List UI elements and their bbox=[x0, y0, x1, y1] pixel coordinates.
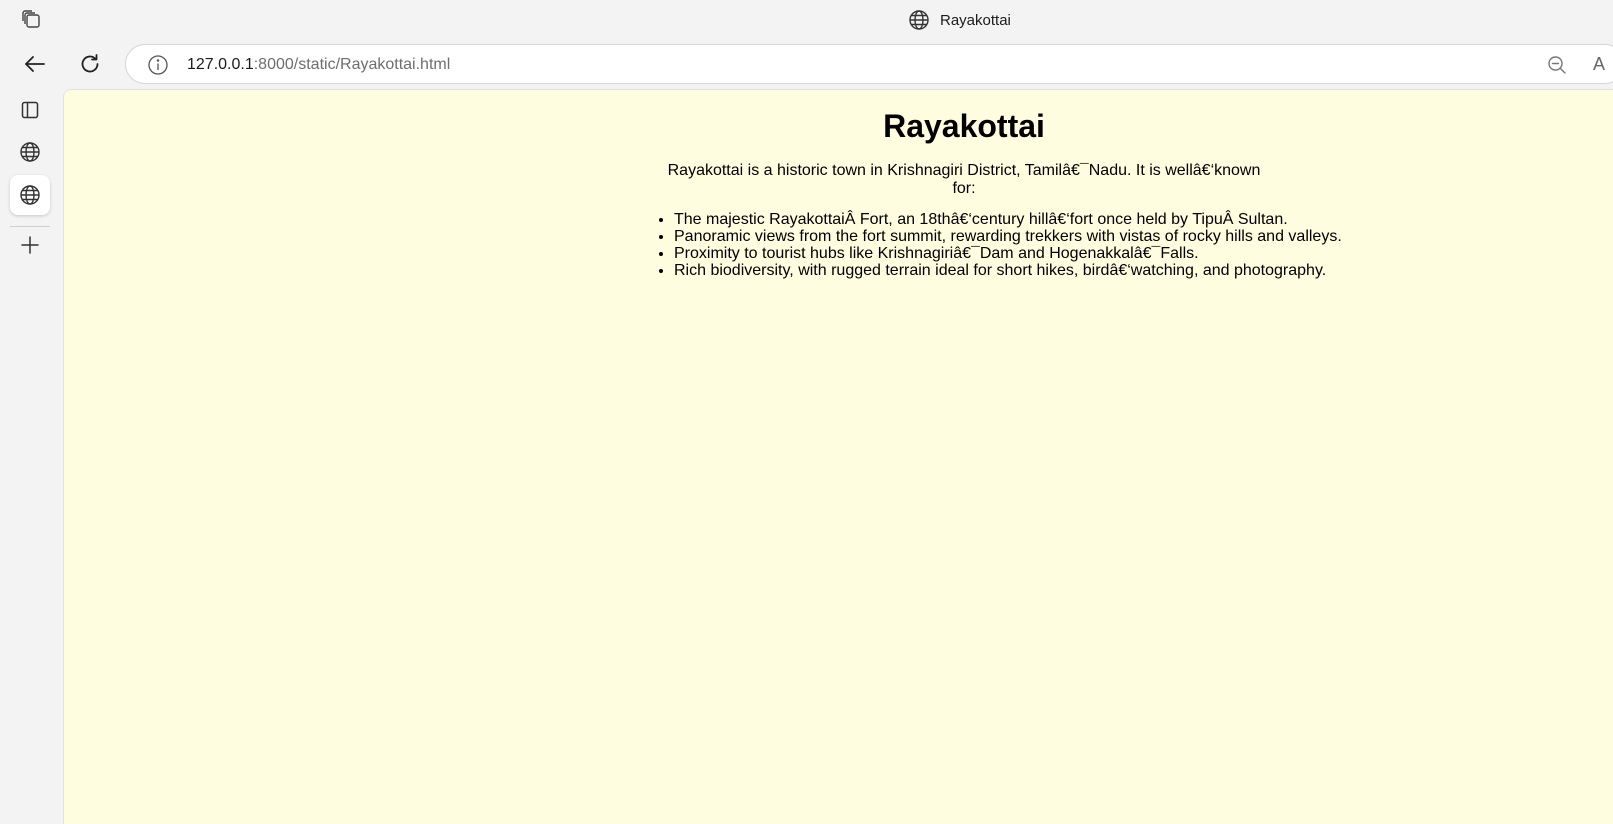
list-item: Rich biodiversity, with rugged terrain i… bbox=[674, 262, 1464, 279]
zoom-out-icon[interactable] bbox=[1546, 54, 1568, 76]
tab-actions-icon[interactable] bbox=[20, 9, 42, 31]
facts-list: The majestic RayakottaiÂ Fort, an 18thâ€… bbox=[654, 211, 1464, 279]
globe-icon bbox=[20, 185, 40, 205]
url-text[interactable]: 127.0.0.1:8000/static/Rayakottai.html bbox=[187, 54, 450, 76]
reload-button[interactable] bbox=[74, 48, 106, 80]
address-bar[interactable]: 127.0.0.1:8000/static/Rayakottai.html A bbox=[125, 44, 1613, 84]
back-button[interactable] bbox=[19, 48, 51, 80]
new-tab-button[interactable] bbox=[10, 225, 50, 265]
list-item: The majestic RayakottaiÂ Fort, an 18thâ€… bbox=[674, 211, 1464, 228]
tab-manager-button[interactable] bbox=[10, 90, 50, 130]
reload-icon bbox=[81, 54, 99, 73]
list-item: Panoramic views from the fort summit, re… bbox=[674, 228, 1464, 245]
plus-icon bbox=[21, 236, 39, 254]
read-aloud-icon[interactable]: A bbox=[1593, 53, 1605, 75]
vertical-tab-strip bbox=[0, 88, 62, 824]
globe-icon bbox=[20, 142, 40, 162]
sidebar-tab-active[interactable] bbox=[10, 175, 50, 215]
info-icon[interactable] bbox=[147, 54, 169, 76]
back-arrow-icon bbox=[25, 56, 45, 72]
window-title-text: Rayakottai bbox=[940, 11, 1011, 29]
tab-manager-icon bbox=[21, 101, 39, 119]
intro-paragraph: Rayakottai is a historic town in Krishna… bbox=[667, 162, 1261, 197]
page-title: Rayakottai bbox=[883, 108, 1045, 144]
title-bar: Rayakottai bbox=[0, 0, 1613, 40]
list-item: Proximity to tourist hubs like Krishnagi… bbox=[674, 245, 1464, 262]
window-title: Rayakottai bbox=[908, 8, 1011, 32]
url-host: 127.0.0.1 bbox=[187, 56, 254, 73]
page-content: Rayakottai Rayakottai is a historic town… bbox=[654, 90, 1464, 279]
page-viewport: Rayakottai Rayakottai is a historic town… bbox=[63, 89, 1613, 824]
sidebar-tab-1[interactable] bbox=[10, 132, 50, 172]
globe-icon bbox=[909, 10, 929, 30]
navigation-bar: 127.0.0.1:8000/static/Rayakottai.html A bbox=[0, 40, 1613, 88]
url-path: :8000/static/Rayakottai.html bbox=[253, 56, 451, 73]
